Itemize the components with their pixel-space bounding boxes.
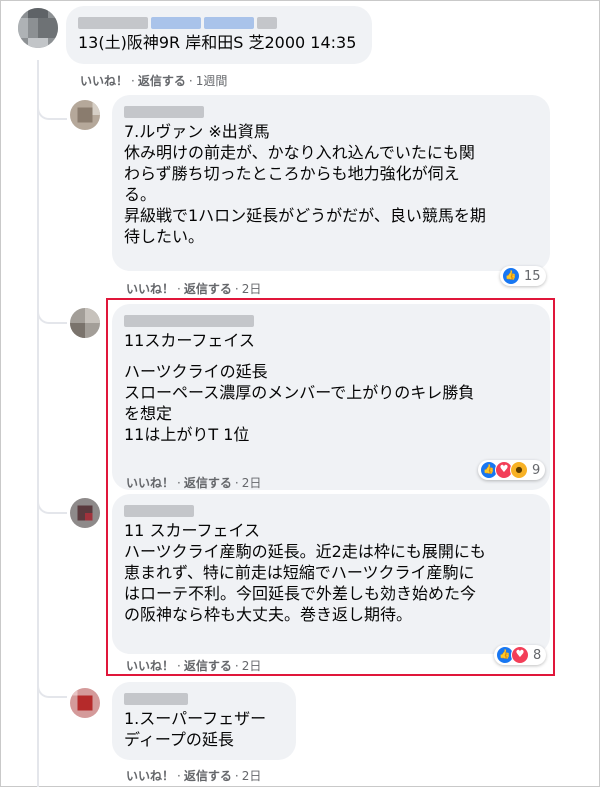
comment-text: 7.ルヴァン ※出資馬 休み明けの前走が、かなり入れ込んでいたにも関 わらず勝ち…	[124, 122, 486, 246]
comment-text: 13(土)阪神9R 岸和田S 芝2000 14:35	[78, 33, 357, 52]
commenter-name-redacted[interactable]	[124, 502, 538, 517]
avatar[interactable]	[70, 498, 100, 528]
avatar[interactable]	[70, 100, 100, 130]
thread-branch	[37, 304, 67, 324]
comment-actions: いいね！ · 返信する · 1週間	[80, 74, 228, 88]
comment-actions: いいね！ · 返信する · 2日	[126, 769, 262, 783]
like-link[interactable]: いいね！	[80, 74, 128, 88]
commenter-name-redacted[interactable]	[124, 103, 538, 118]
comment-bubble: 13(土)阪神9R 岸和田S 芝2000 14:35	[66, 6, 372, 64]
reaction-count: 9	[532, 462, 541, 478]
wow-reaction-icon	[510, 461, 528, 479]
timestamp[interactable]: 2日	[242, 476, 262, 490]
comment-text: 1.スーパーフェザー ディープの延長	[124, 709, 267, 749]
reaction-summary[interactable]: 8	[494, 645, 547, 665]
avatar[interactable]	[70, 308, 100, 338]
avatar[interactable]	[18, 8, 58, 48]
like-link[interactable]: いいね！	[126, 476, 174, 490]
thread-branch	[37, 494, 67, 514]
commenter-name-redacted[interactable]	[124, 690, 284, 705]
reaction-summary[interactable]: 15	[500, 266, 546, 286]
timestamp[interactable]: 2日	[242, 769, 262, 783]
like-link[interactable]: いいね！	[126, 282, 174, 296]
thread-branch	[37, 678, 67, 698]
love-reaction-icon	[511, 646, 529, 664]
comment-text-title: 11スカーフェイス	[124, 331, 255, 350]
reaction-summary[interactable]: 9	[478, 460, 546, 480]
commenter-name-redacted[interactable]	[78, 14, 360, 29]
comment-actions: いいね！ · 返信する · 2日	[126, 282, 262, 296]
reply-link[interactable]: 返信する	[184, 659, 232, 673]
comment-text: ハーツクライの延長 スローペース濃厚のメンバーで上がりのキレ勝負 を想定 11は…	[124, 362, 475, 444]
comment-bubble: 7.ルヴァン ※出資馬 休み明けの前走が、かなり入れ込んでいたにも関 わらず勝ち…	[112, 95, 550, 271]
comment-bubble: 1.スーパーフェザー ディープの延長	[112, 682, 296, 760]
like-reaction-icon	[502, 267, 520, 285]
thread-branch	[37, 100, 67, 120]
comment-bubble: 11 スカーフェイス ハーツクライ産駒の延長。近2走は枠にも展開にも 恵まれず、…	[112, 494, 550, 654]
reaction-count: 8	[533, 647, 542, 663]
avatar[interactable]	[70, 688, 100, 718]
commenter-name-redacted[interactable]	[124, 312, 538, 327]
reply-link[interactable]: 返信する	[138, 74, 186, 88]
like-link[interactable]: いいね！	[126, 659, 174, 673]
timestamp[interactable]: 2日	[242, 282, 262, 296]
reply-link[interactable]: 返信する	[184, 769, 232, 783]
timestamp[interactable]: 2日	[242, 659, 262, 673]
reply-link[interactable]: 返信する	[184, 282, 232, 296]
comment-actions: いいね！ · 返信する · 2日	[126, 659, 262, 673]
timestamp[interactable]: 1週間	[196, 74, 228, 88]
comment-text: 11 スカーフェイス ハーツクライ産駒の延長。近2走は枠にも展開にも 恵まれず、…	[124, 521, 486, 624]
reaction-count: 15	[524, 268, 541, 284]
like-link[interactable]: いいね！	[126, 769, 174, 783]
reply-link[interactable]: 返信する	[184, 476, 232, 490]
comment-actions: いいね！ · 返信する · 2日	[126, 476, 262, 490]
